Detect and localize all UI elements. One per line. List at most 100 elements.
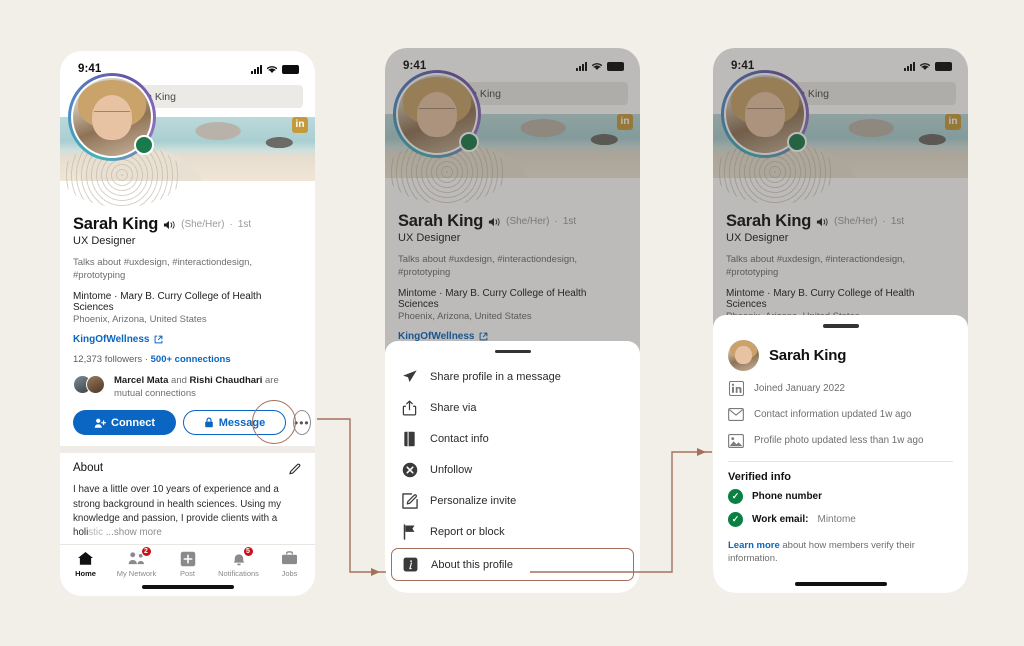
phone1-screen: 9:41 Sarah King in — [60, 51, 315, 596]
about-profile-text-1: Contact information updated 1w ago — [754, 409, 912, 420]
verified-value-1: Mintome — [817, 513, 856, 525]
sheet-grabber[interactable] — [494, 349, 531, 353]
sheet-item-about-this-profile[interactable]: About this profile — [391, 548, 634, 581]
profile-headline: UX Designer — [73, 235, 136, 247]
stats-separator: · — [144, 354, 148, 366]
check-circle-icon-2: ✓ — [728, 511, 743, 527]
sheet-item-share-profile-in-a-message[interactable]: Share profile in a message — [385, 361, 640, 392]
about-profile-header: Sarah King — [713, 336, 968, 371]
sheet-label-3: Unfollow — [430, 463, 473, 476]
sheet-item-share-via[interactable]: Share via — [385, 392, 640, 423]
sheet-item-unfollow[interactable]: Unfollow — [385, 454, 640, 485]
action-sheet: Share profile in a message Share via Con… — [385, 340, 640, 593]
mutual-connections-text: Marcel Mata and Rishi Chaudhari are mutu… — [114, 374, 302, 400]
nav-label-notifications: Notifications — [218, 569, 259, 578]
share-icon — [401, 399, 418, 416]
bottom-navigation: Home 2 My Network Post 5 Notifications J… — [60, 544, 315, 596]
mutual-avatars — [73, 375, 107, 395]
sheet-label-1: Share via — [430, 401, 477, 414]
home-indicator-3 — [794, 582, 887, 586]
envelope-icon — [728, 407, 744, 423]
profile-website-text: KingOfWellness — [73, 334, 150, 346]
home-icon — [75, 550, 97, 567]
signal-icon — [251, 64, 262, 74]
learn-more-text: Learn more about how members verify thei… — [713, 531, 968, 566]
x-circle-icon — [401, 461, 418, 478]
nav-item-post[interactable]: Post — [162, 550, 213, 578]
nav-item-home[interactable]: Home — [60, 550, 111, 578]
plus-square-icon — [177, 550, 199, 567]
page-title: Sarah King — [73, 215, 159, 233]
about-this-profile-sheet: Sarah King Joined January 2022 Contact i… — [713, 315, 968, 593]
more-options-button[interactable]: ••• — [293, 410, 311, 436]
phone-mockup-action-sheet: 9:41 Sarah King in — [385, 48, 640, 593]
phone2-screen: 9:41 Sarah King in — [385, 48, 640, 593]
status-indicators — [251, 64, 299, 74]
avatar[interactable] — [68, 73, 156, 161]
profile-degree: 1st — [237, 219, 252, 230]
verified-info-title: Verified info — [728, 470, 791, 483]
send-icon — [401, 368, 418, 385]
photo-icon — [728, 433, 744, 449]
sheet-item-contact-info[interactable]: Contact info — [385, 423, 640, 454]
about-profile-row-photo: Profile photo updated less than 1w ago — [713, 428, 968, 454]
learn-more-link[interactable]: Learn more — [728, 540, 780, 551]
about-profile-avatar — [728, 339, 759, 371]
nav-badge-my-network: 2 — [140, 546, 152, 557]
connect-button-label: Connect — [111, 416, 155, 429]
connector-1 — [317, 418, 386, 573]
name-pronunciation-icon[interactable] — [163, 219, 176, 231]
mutual-connections[interactable]: Marcel Mata and Rishi Chaudhari are mutu… — [73, 374, 302, 400]
show-more-link[interactable]: ...show more — [106, 527, 162, 538]
mutual-name-1: Marcel Mata — [114, 375, 169, 387]
nav-badge-notifications: 5 — [242, 546, 254, 557]
cta-row: Connect Message ••• — [73, 400, 311, 445]
people-icon: 2 — [126, 546, 152, 567]
about-card: About I have a little over 10 years of e… — [60, 453, 315, 552]
verified-row-work-email: ✓ Work email: Mintome — [713, 508, 968, 531]
connect-button[interactable]: Connect — [73, 410, 176, 436]
profile-stats: 12,373 followers · 500+ connections — [73, 354, 302, 365]
sheet-label-5: Report or block — [430, 525, 505, 538]
verified-row-phone-number: ✓ Phone number — [713, 485, 968, 508]
about-profile-name: Sarah King — [769, 346, 847, 364]
linkedin-icon — [728, 381, 744, 397]
mutual-and: and — [168, 375, 190, 387]
about-profile-row-contact: Contact information updated 1w ago — [713, 402, 968, 428]
wifi-icon — [266, 66, 278, 73]
message-button[interactable]: Message — [183, 410, 286, 436]
info-icon — [402, 556, 419, 573]
flag-icon — [401, 523, 418, 540]
nav-item-notifications[interactable]: 5 Notifications — [213, 546, 264, 578]
about-text: I have a little over 10 years of experie… — [73, 484, 282, 539]
nav-item-my-network[interactable]: 2 My Network — [111, 546, 162, 578]
phone-mockup-about-profile: 9:41 Sarah King in — [713, 48, 968, 593]
sheet-grabber-3[interactable] — [822, 324, 859, 328]
about-card-body: I have a little over 10 years of experie… — [73, 483, 302, 540]
about-card-header: About — [73, 462, 302, 476]
sheet-label-6: About this profile — [431, 558, 513, 571]
section-divider — [60, 446, 315, 454]
profile-company: Mintome · Mary B. Curry College of Healt… — [73, 291, 262, 314]
profile-info: Sarah King (She/Her) · 1st UX Designer T… — [60, 215, 315, 445]
sheet-item-personalize-invite[interactable]: Personalize invite — [385, 485, 640, 516]
nav-label-jobs: Jobs — [281, 569, 298, 578]
nav-label-my-network: My Network — [116, 569, 157, 578]
pencil-icon[interactable] — [288, 462, 302, 476]
connections-count[interactable]: 500+ connections — [151, 354, 231, 365]
sheet-label-0: Share profile in a message — [430, 370, 561, 383]
profile-website-link[interactable]: KingOfWellness — [73, 334, 302, 345]
external-link-icon — [154, 335, 162, 344]
edit-square-icon — [401, 492, 418, 509]
message-button-label: Message — [218, 416, 266, 429]
followers-count: 12,373 followers — [73, 354, 143, 366]
verified-label-1: Work email: — [752, 513, 809, 525]
bell-icon: 5 — [228, 546, 254, 567]
sheet-item-report-or-block[interactable]: Report or block — [385, 516, 640, 547]
nav-item-jobs[interactable]: Jobs — [264, 550, 315, 578]
screenshot-canvas: 9:41 Sarah King in — [0, 0, 1024, 646]
phone-mockup-profile: 9:41 Sarah King in — [60, 51, 315, 596]
profile-name-row: Sarah King (She/Her) · 1st — [73, 215, 302, 234]
sheet-label-4: Personalize invite — [430, 494, 517, 507]
phone3-screen: 9:41 Sarah King in — [713, 48, 968, 593]
